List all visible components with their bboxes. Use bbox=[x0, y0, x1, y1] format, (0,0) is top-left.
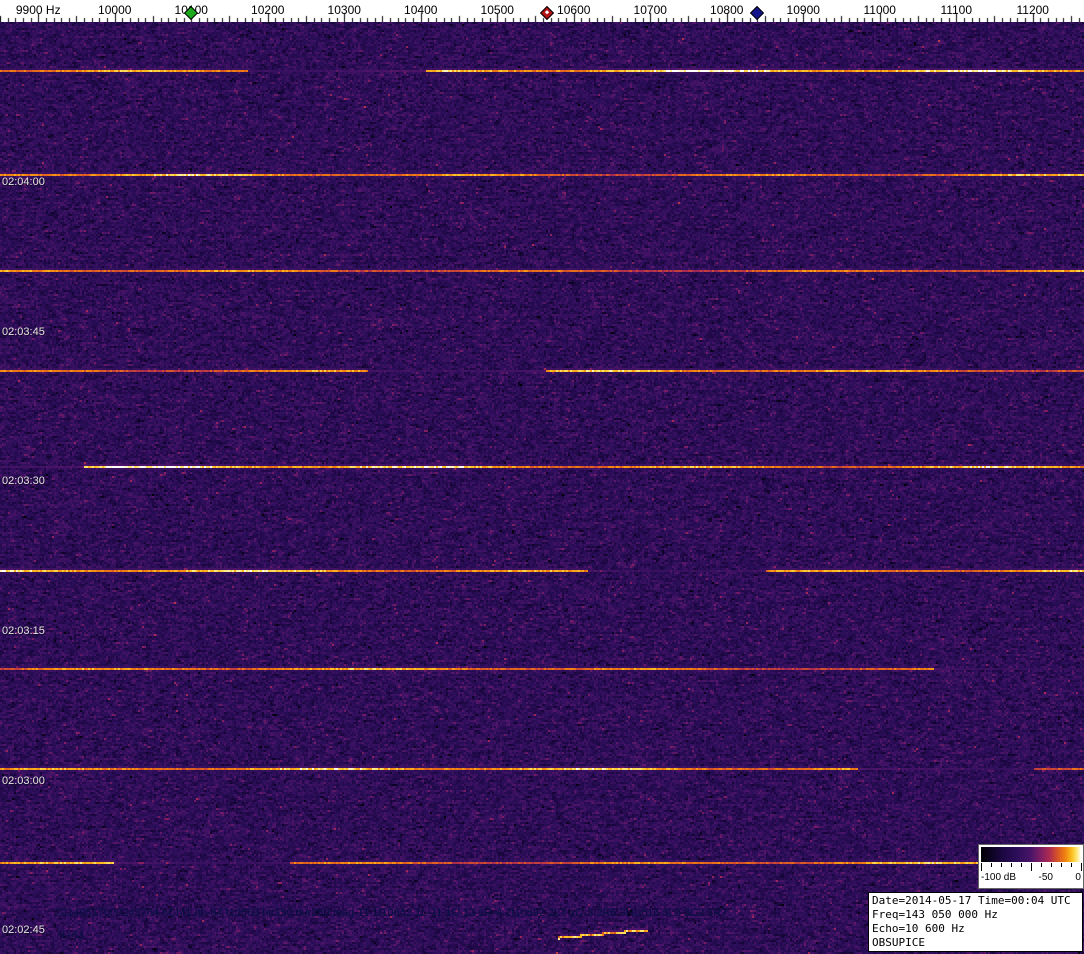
freq-marker-inner bbox=[544, 10, 550, 15]
freq-label: 10800 bbox=[710, 3, 744, 17]
time-label: 02:04:00 bbox=[2, 176, 45, 188]
info-line-date: Date=2014-05-17 Time=00:04 UTC bbox=[872, 894, 1071, 907]
colorbar-tick bbox=[1061, 863, 1062, 867]
freq-label: 10000 bbox=[98, 3, 132, 17]
detection-info-text: 20140517000243764 hCnt1 nb-84 f10669 hit… bbox=[55, 907, 728, 919]
time-label: 02:03:00 bbox=[2, 775, 45, 787]
status-info-box: Date=2014-05-17 Time=00:04 UTC Freq=143 … bbox=[868, 892, 1083, 952]
colorbar-gradient bbox=[981, 847, 1081, 862]
colorbar-tick bbox=[1001, 863, 1002, 867]
colorbar-tick bbox=[1021, 863, 1022, 867]
colorbar-label-min: -100 dB bbox=[981, 872, 1017, 883]
colorbar-ticks bbox=[981, 863, 1082, 871]
colorbar-label-max: 0 bbox=[1075, 872, 1081, 883]
freq-label: 10200 bbox=[251, 3, 285, 17]
colorbar-tick bbox=[1031, 863, 1032, 871]
freq-label: 11100 bbox=[940, 3, 973, 17]
time-label: 02:03:30 bbox=[2, 475, 45, 487]
time-label: 02:03:45 bbox=[2, 326, 45, 338]
time-cursor-text: ^t+43 bbox=[57, 930, 84, 942]
colorbar-labels: -100 dB -50 0 bbox=[981, 872, 1081, 883]
time-label: 02:02:45 bbox=[2, 924, 45, 936]
freq-label: 10400 bbox=[404, 3, 438, 17]
info-line-station: OBSUPICE bbox=[872, 936, 925, 949]
colorbar-tick bbox=[1011, 863, 1012, 867]
colorbar-label-mid: -50 bbox=[1038, 872, 1053, 883]
colorbar-tick bbox=[981, 863, 982, 871]
spectrogram-canvas bbox=[0, 22, 1084, 954]
colorbar-tick bbox=[1051, 863, 1052, 867]
colorbar-tick bbox=[991, 863, 992, 867]
freq-label: 10600 bbox=[557, 3, 591, 17]
freq-label: 11200 bbox=[1016, 3, 1049, 17]
frequency-ruler: 9900 Hz100001010010200103001040010500106… bbox=[0, 0, 1084, 22]
freq-label: 10500 bbox=[480, 3, 514, 17]
freq-label: 10300 bbox=[327, 3, 361, 17]
freq-label: 9900 Hz bbox=[15, 3, 61, 17]
freq-label: 10900 bbox=[786, 3, 820, 17]
db-colorbar-legend: -100 dB -50 0 bbox=[978, 844, 1084, 889]
colorbar-tick bbox=[1081, 863, 1082, 871]
freq-label: 10700 bbox=[633, 3, 667, 17]
time-label: 02:03:15 bbox=[2, 625, 45, 637]
info-line-echo: Echo=10 600 Hz bbox=[872, 922, 965, 935]
colorbar-tick bbox=[1041, 863, 1042, 867]
info-line-freq: Freq=143 050 000 Hz bbox=[872, 908, 998, 921]
freq-label: 11000 bbox=[863, 3, 896, 17]
colorbar-tick bbox=[1071, 863, 1072, 867]
